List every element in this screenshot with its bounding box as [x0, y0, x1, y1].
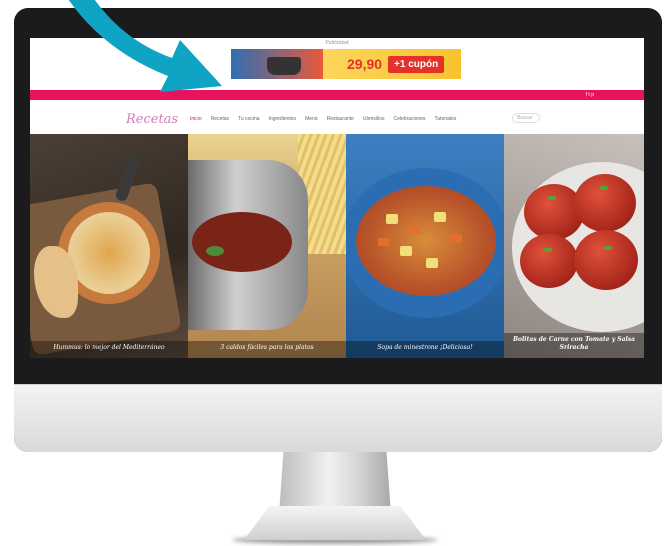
- nav-item-tu-cocina[interactable]: Tu cocina: [238, 116, 260, 122]
- nav-item-celebraciones[interactable]: Celebraciones: [394, 116, 426, 122]
- herb: [548, 196, 556, 200]
- banner-cupon: +1 cupón: [388, 55, 445, 73]
- site-logo[interactable]: Recetas: [126, 112, 178, 127]
- nav-item-tutoriales[interactable]: Tutoriales: [434, 116, 456, 122]
- monitor-stand-neck: [279, 452, 391, 514]
- herb-leaf: [206, 246, 224, 256]
- carrot-piece: [408, 226, 420, 234]
- pointer-arrow-icon: [68, 0, 222, 92]
- herb: [604, 246, 612, 250]
- nav-item-ingredientes[interactable]: Ingredientes: [269, 116, 297, 122]
- meatball: [574, 230, 638, 290]
- banner-price: 29,90: [347, 56, 383, 72]
- herb: [600, 186, 608, 190]
- potato-piece: [386, 214, 398, 224]
- carrot-piece: [450, 234, 462, 242]
- monitor-chin: [14, 384, 662, 452]
- hummus-image: [68, 212, 150, 294]
- nav-item-restaurante[interactable]: Restaurante: [327, 116, 354, 122]
- card-caption: Hummus: lo mejor del Mediterráneo: [30, 341, 188, 358]
- potato-piece: [434, 212, 446, 222]
- ad-banner[interactable]: 29,90 +1 cupón: [231, 49, 461, 79]
- card-caldos[interactable]: 3 caldos fáciles para los platos: [188, 134, 346, 358]
- navigation-row: Recetas Inicio Recetas Tu cocina Ingredi…: [30, 104, 644, 134]
- carrot-piece: [378, 238, 390, 246]
- featured-cards: Hummus: lo mejor del Mediterráneo 3 cald…: [30, 134, 644, 358]
- social-icons[interactable]: f t p: [586, 92, 594, 98]
- card-albondigas[interactable]: Bolitas de Carne con Tomate y Salsa Srir…: [504, 134, 644, 358]
- card-caption: Sopa de minestrone ¡Deliciosa!: [346, 341, 504, 358]
- monitor-stand-base: [244, 506, 426, 540]
- search-input[interactable]: Buscar: [512, 113, 540, 123]
- card-hummus[interactable]: Hummus: lo mejor del Mediterráneo: [30, 134, 188, 358]
- soup-broth: [192, 212, 292, 272]
- potato-piece: [426, 258, 438, 268]
- meatball: [520, 234, 578, 288]
- nav-item-menu[interactable]: Menú: [305, 116, 318, 122]
- card-minestrone[interactable]: Sopa de minestrone ¡Deliciosa!: [346, 134, 504, 358]
- card-caption: Bolitas de Carne con Tomate y Salsa Srir…: [504, 333, 644, 358]
- nav-item-utensilios[interactable]: Utensilios: [363, 116, 385, 122]
- nav-item-recetas[interactable]: Recetas: [211, 116, 229, 122]
- main-nav: Inicio Recetas Tu cocina Ingredientes Me…: [190, 116, 456, 122]
- meatball: [574, 174, 636, 232]
- card-caption: 3 caldos fáciles para los platos: [188, 341, 346, 358]
- herb: [544, 248, 552, 252]
- potato-piece: [400, 246, 412, 256]
- pot-icon: [267, 57, 301, 75]
- nav-item-inicio[interactable]: Inicio: [190, 116, 202, 122]
- banner-image: [231, 49, 323, 79]
- minestrone-soup: [356, 186, 496, 296]
